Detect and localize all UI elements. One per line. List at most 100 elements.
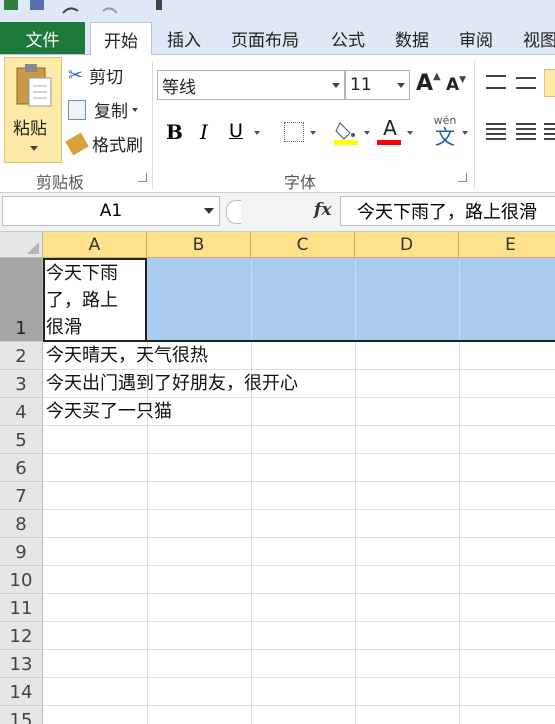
align-right-icon[interactable] bbox=[544, 123, 555, 141]
phonetic-button[interactable]: wén 文 bbox=[430, 115, 460, 149]
tab-page-layout[interactable]: 页面布局 bbox=[222, 22, 308, 54]
bold-button[interactable]: B bbox=[166, 120, 183, 144]
cut-button[interactable]: ✂ 剪切 bbox=[68, 63, 123, 88]
row-header-11[interactable]: 11 bbox=[0, 594, 43, 622]
phonetic-dropdown-icon[interactable] bbox=[462, 131, 468, 135]
row-header-4[interactable]: 4 bbox=[0, 398, 43, 426]
format-painter-button[interactable]: 格式刷 bbox=[65, 131, 143, 156]
gridline bbox=[251, 258, 252, 342]
cell-a1-line1: 今天下雨 bbox=[46, 263, 118, 284]
tab-home[interactable]: 开始 bbox=[90, 22, 152, 56]
select-all-button[interactable] bbox=[0, 232, 43, 258]
font-name-value: 等线 bbox=[162, 77, 196, 98]
clipboard-launcher-icon[interactable] bbox=[138, 173, 147, 182]
row-header-15[interactable]: 15 bbox=[0, 706, 43, 724]
row-header-2[interactable]: 2 bbox=[0, 342, 43, 370]
tab-data[interactable]: 数据 bbox=[384, 22, 440, 54]
italic-button[interactable]: I bbox=[200, 120, 208, 144]
column-header-b[interactable]: B bbox=[147, 232, 251, 258]
copy-button[interactable]: 复制 bbox=[68, 97, 138, 122]
align-left-icon[interactable] bbox=[486, 123, 506, 141]
insert-function-button[interactable]: fx bbox=[314, 200, 331, 220]
column-header-c[interactable]: C bbox=[251, 232, 355, 258]
borders-dropdown-icon[interactable] bbox=[310, 131, 316, 135]
row-header-13[interactable]: 13 bbox=[0, 650, 43, 678]
font-color-button[interactable]: A bbox=[377, 117, 403, 145]
clipboard-group-label: 剪贴板 bbox=[36, 173, 85, 192]
align-middle-icon[interactable] bbox=[516, 77, 536, 89]
copy-dropdown-icon[interactable] bbox=[132, 107, 138, 112]
font-launcher-icon[interactable] bbox=[458, 173, 467, 182]
row-header-14[interactable]: 14 bbox=[0, 678, 43, 706]
column-header-d[interactable]: D bbox=[355, 232, 459, 258]
formula-bar-resize-icon[interactable] bbox=[226, 200, 241, 224]
undo-icon[interactable] bbox=[60, 0, 80, 14]
font-name-combo[interactable]: 等线 bbox=[157, 70, 345, 100]
grow-font-button[interactable]: A▲ bbox=[416, 71, 441, 96]
gridline bbox=[43, 593, 555, 594]
column-header-a[interactable]: A bbox=[43, 232, 147, 258]
cell-a2[interactable]: 今天晴天，天气很热 bbox=[46, 342, 208, 370]
paste-dropdown-icon[interactable] bbox=[30, 146, 38, 151]
phonetic-char: 文 bbox=[435, 125, 455, 149]
row-header-8[interactable]: 8 bbox=[0, 510, 43, 538]
chevron-down-icon bbox=[397, 83, 405, 88]
row-header-5[interactable]: 5 bbox=[0, 426, 43, 454]
column-header-e[interactable]: E bbox=[459, 232, 555, 258]
paste-button[interactable]: 粘贴 bbox=[4, 57, 62, 163]
paintbrush-icon bbox=[65, 132, 89, 155]
cell-a4[interactable]: 今天买了一只猫 bbox=[46, 398, 172, 426]
fill-color-dropdown-icon[interactable] bbox=[364, 131, 370, 135]
font-color-letter: A bbox=[383, 116, 397, 140]
grow-arrow-icon: ▲ bbox=[433, 71, 441, 82]
align-bottom-icon[interactable] bbox=[544, 69, 555, 97]
clipboard-icon bbox=[16, 64, 52, 107]
gridline bbox=[43, 677, 555, 678]
worksheet-grid[interactable]: A B C D E 1 2 3 4 5 6 7 8 9 10 11 12 13 … bbox=[0, 232, 555, 724]
font-size-combo[interactable]: 11 bbox=[345, 70, 410, 100]
row-header-6[interactable]: 6 bbox=[0, 454, 43, 482]
formula-bar: A1 fx 今天下雨了，路上很滑 bbox=[0, 193, 555, 232]
row-header-12[interactable]: 12 bbox=[0, 622, 43, 650]
formula-content: 今天下雨了，路上很滑 bbox=[357, 202, 537, 223]
shrink-font-button[interactable]: A▼ bbox=[446, 75, 466, 95]
paste-label: 粘贴 bbox=[13, 119, 47, 139]
redo-icon[interactable] bbox=[100, 0, 120, 14]
shrink-font-label: A bbox=[446, 75, 460, 95]
name-box[interactable]: A1 bbox=[2, 196, 220, 226]
row-header-3[interactable]: 3 bbox=[0, 370, 43, 398]
align-top-icon[interactable] bbox=[486, 75, 506, 89]
font-group-label: 字体 bbox=[284, 173, 317, 192]
quick-access-toolbar bbox=[0, 0, 555, 14]
name-box-dropdown-icon[interactable] bbox=[204, 208, 214, 214]
tab-insert[interactable]: 插入 bbox=[156, 22, 212, 54]
tab-formulas[interactable]: 公式 bbox=[320, 22, 376, 54]
paint-bucket-icon bbox=[334, 122, 358, 145]
gridline bbox=[43, 481, 555, 482]
row-header-10[interactable]: 10 bbox=[0, 566, 43, 594]
font-color-dropdown-icon[interactable] bbox=[407, 131, 413, 135]
row-header-7[interactable]: 7 bbox=[0, 482, 43, 510]
formula-input[interactable]: 今天下雨了，路上很滑 bbox=[340, 196, 555, 226]
shrink-arrow-icon: ▼ bbox=[459, 75, 467, 85]
gridline bbox=[355, 258, 356, 342]
copy-label: 复制 bbox=[94, 102, 128, 122]
cell-a3[interactable]: 今天出门遇到了好朋友，很开心 bbox=[46, 370, 298, 398]
gridline bbox=[43, 565, 555, 566]
cell-a1-line2: 了，路上 bbox=[46, 290, 118, 311]
tab-view[interactable]: 视图 bbox=[512, 22, 555, 54]
group-separator bbox=[474, 61, 475, 189]
underline-dropdown-icon[interactable] bbox=[254, 131, 260, 135]
grow-font-label: A bbox=[416, 71, 434, 96]
font-color-bar bbox=[377, 140, 401, 145]
fill-color-button[interactable] bbox=[334, 119, 358, 145]
row-header-9[interactable]: 9 bbox=[0, 538, 43, 566]
align-center-icon[interactable] bbox=[516, 123, 536, 141]
tab-review[interactable]: 审阅 bbox=[448, 22, 504, 54]
borders-icon[interactable] bbox=[284, 122, 304, 142]
tab-file[interactable]: 文件 bbox=[0, 22, 85, 54]
underline-button[interactable]: U bbox=[229, 120, 243, 142]
customize-qat-icon[interactable] bbox=[156, 0, 162, 10]
save-icon[interactable] bbox=[30, 0, 44, 10]
row-header-1[interactable]: 1 bbox=[0, 258, 43, 342]
